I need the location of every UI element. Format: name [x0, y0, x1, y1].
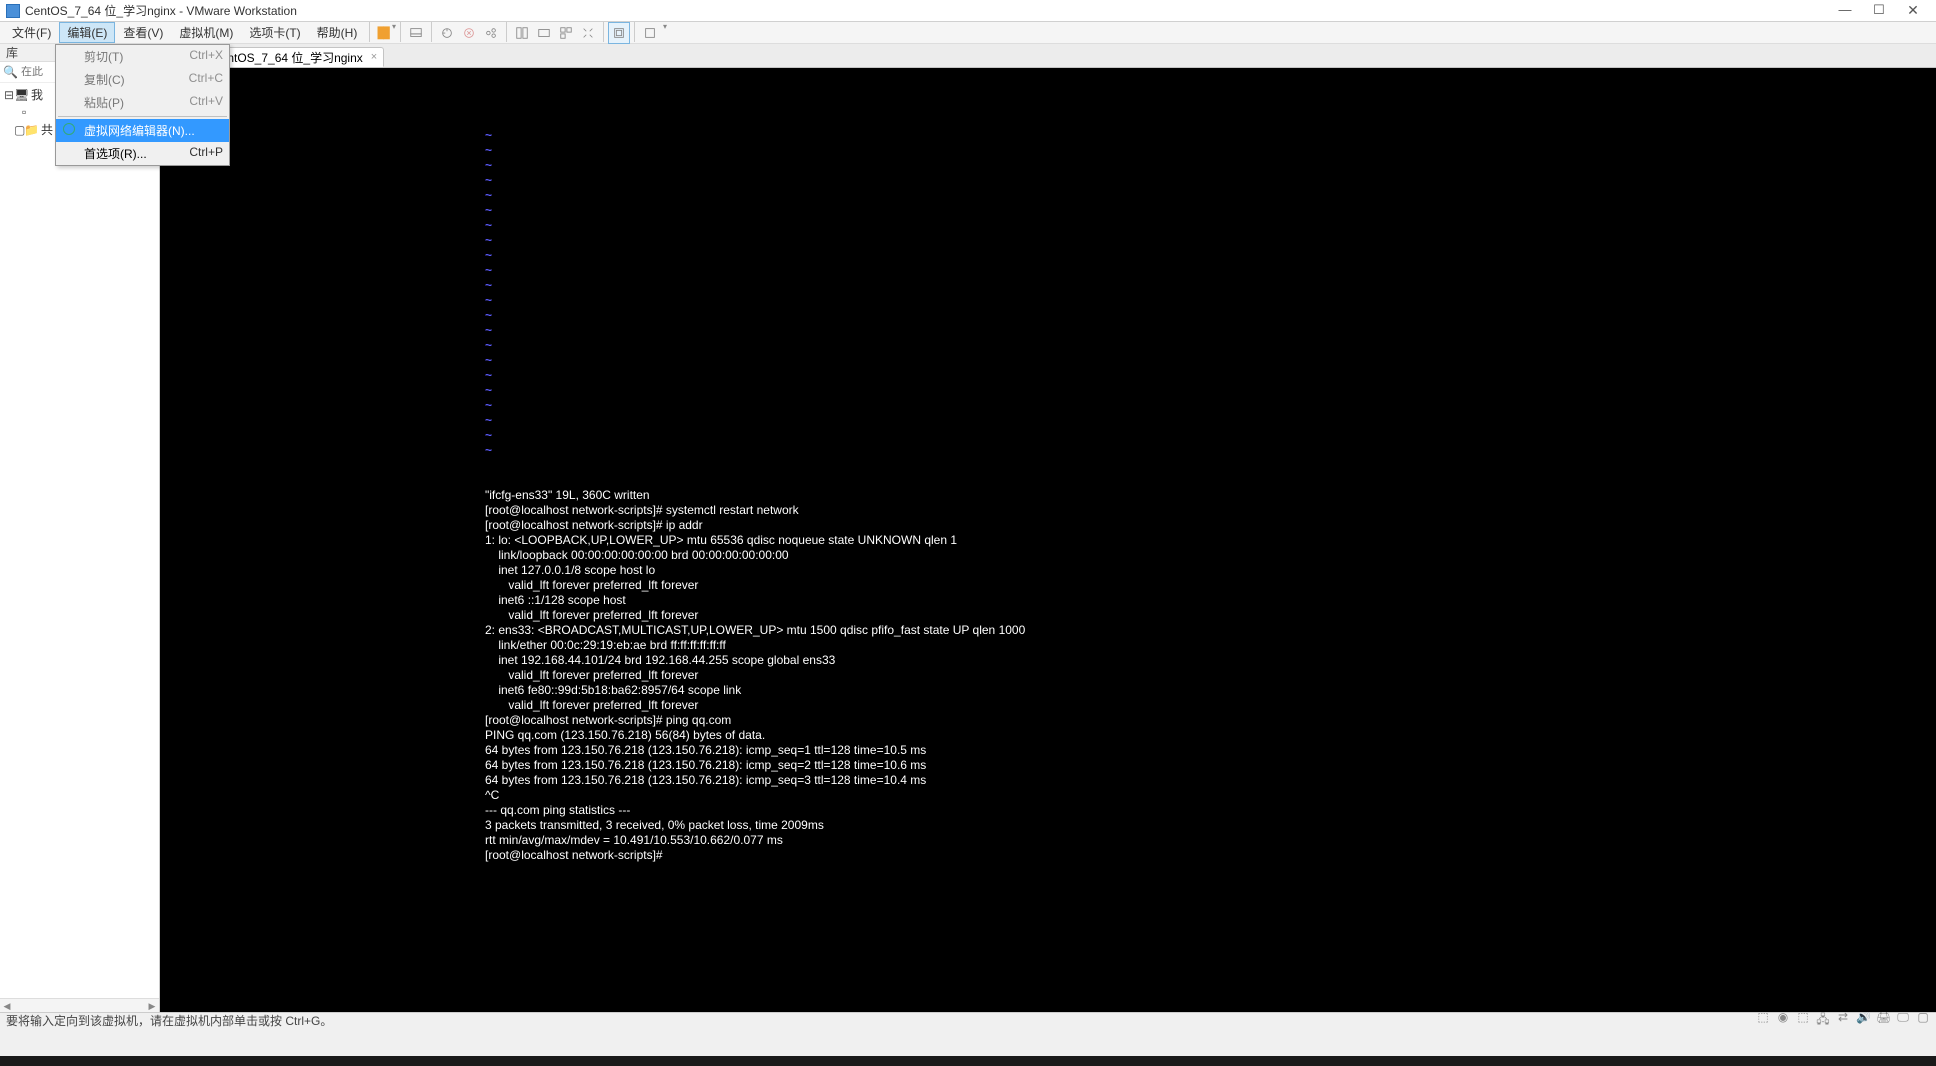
disk-icon[interactable]: ⬚: [1756, 1010, 1770, 1031]
menu-file[interactable]: 文件(F): [4, 22, 59, 43]
thumbnail-icon[interactable]: [555, 22, 577, 44]
computer-icon: 🖥: [14, 88, 28, 102]
usb-icon[interactable]: ⇄: [1836, 1010, 1850, 1031]
cycle-view-icon[interactable]: [639, 22, 661, 44]
globe-icon: [63, 123, 75, 135]
vm-console-terminal[interactable]: ~ ~ ~ ~ ~ ~ ~ ~ ~ ~ ~ ~ ~ ~ ~ ~ ~ ~ ~ ~ …: [160, 68, 1936, 1012]
window-title: CentOS_7_64 位_学习nginx - VMware Workstati…: [25, 2, 1828, 19]
fullscreen-icon[interactable]: [608, 22, 630, 44]
tree-shared-label: 共: [41, 121, 53, 138]
menu-help[interactable]: 帮助(H): [309, 22, 366, 43]
pause-icon[interactable]: ▮▮: [374, 22, 390, 43]
windows-taskbar[interactable]: [0, 1056, 1936, 1066]
tile-icon[interactable]: [511, 22, 533, 44]
expand-icon[interactable]: ▢: [14, 123, 24, 137]
separator: [431, 22, 432, 42]
menu-separator: [58, 116, 227, 117]
menu-preferences[interactable]: 首选项(R)... Ctrl+P: [56, 142, 229, 165]
vm-tab-label: CentOS_7_64 位_学习nginx: [212, 49, 363, 66]
menu-prefs-label: 首选项(R)...: [84, 145, 147, 162]
menu-paste[interactable]: 粘贴(P) Ctrl+V: [56, 91, 229, 114]
snapshot-revert-icon[interactable]: [458, 22, 480, 44]
separator: [369, 22, 370, 42]
menu-virtual-network-editor[interactable]: 虚拟网络编辑器(N)...: [56, 119, 229, 142]
sidebar-hscroll[interactable]: ◀ ▶: [0, 998, 159, 1012]
menubar: 文件(F) 编辑(E) 查看(V) 虚拟机(M) 选项卡(T) 帮助(H) ▮▮…: [0, 22, 1936, 44]
scroll-track[interactable]: [14, 999, 145, 1012]
separator: [400, 22, 401, 42]
menu-paste-label: 粘贴(P): [84, 94, 124, 111]
titlebar: CentOS_7_64 位_学习nginx - VMware Workstati…: [0, 0, 1936, 22]
unity-icon[interactable]: [533, 22, 555, 44]
network-icon[interactable]: 🖧: [1816, 1010, 1830, 1031]
edit-dropdown-menu: 剪切(T) Ctrl+X 复制(C) Ctrl+C 粘贴(P) Ctrl+V 虚…: [55, 44, 230, 166]
scroll-left-icon[interactable]: ◀: [0, 999, 14, 1012]
printer-icon[interactable]: 🖨: [1876, 1010, 1890, 1031]
floppy-icon[interactable]: ⬚: [1796, 1010, 1810, 1031]
terminal-output: "ifcfg-ens33" 19L, 360C written [root@lo…: [485, 488, 1025, 863]
menu-paste-shortcut: Ctrl+V: [189, 94, 223, 111]
menu-view[interactable]: 查看(V): [115, 22, 171, 43]
cd-icon[interactable]: ◉: [1776, 1010, 1790, 1031]
sound-icon[interactable]: 🔊: [1856, 1010, 1870, 1031]
menu-copy-shortcut: Ctrl+C: [189, 71, 223, 88]
close-button[interactable]: ✕: [1896, 1, 1930, 21]
folder-icon: 📁: [24, 123, 38, 137]
menu-cut-label: 剪切(T): [84, 48, 123, 65]
start-button[interactable]: [0, 1056, 40, 1066]
dropdown-arrow-icon[interactable]: ▾: [663, 22, 667, 43]
tab-close-icon[interactable]: ×: [371, 51, 377, 63]
main-area: 库 × 🔍 ⊟ 🖥 我 ▫ ▢ 📁 共 ◀: [0, 44, 1936, 1012]
tree-root-label: 我: [31, 86, 43, 103]
scroll-right-icon[interactable]: ▶: [145, 999, 159, 1012]
menu-copy-label: 复制(C): [84, 71, 125, 88]
send-ctrl-alt-del-icon[interactable]: [405, 22, 427, 44]
sidebar-title: 库: [6, 44, 18, 61]
library-sidebar: 库 × 🔍 ⊟ 🖥 我 ▫ ▢ 📁 共 ◀: [0, 44, 160, 1012]
menu-cut-shortcut: Ctrl+X: [189, 48, 223, 65]
menu-tabs[interactable]: 选项卡(T): [241, 22, 308, 43]
terminal-tildes: ~ ~ ~ ~ ~ ~ ~ ~ ~ ~ ~ ~ ~ ~ ~ ~ ~ ~ ~ ~ …: [485, 128, 492, 458]
menu-edit[interactable]: 编辑(E): [59, 22, 115, 43]
menu-prefs-shortcut: Ctrl+P: [189, 145, 223, 162]
dropdown-arrow-icon[interactable]: ▾: [392, 22, 396, 43]
minimize-button[interactable]: —: [1828, 1, 1862, 21]
maximize-button[interactable]: ☐: [1862, 1, 1896, 21]
snapshot-icon[interactable]: [436, 22, 458, 44]
status-bar: 要将输入定向到该虚拟机，请在虚拟机内部单击或按 Ctrl+G。 ⬚ ◉ ⬚ 🖧 …: [0, 1012, 1936, 1028]
message-icon[interactable]: ▢: [1916, 1010, 1930, 1031]
menu-cut[interactable]: 剪切(T) Ctrl+X: [56, 45, 229, 68]
search-icon: 🔍: [3, 65, 17, 79]
separator: [634, 22, 635, 42]
menu-vm[interactable]: 虚拟机(M): [171, 22, 241, 43]
snapshot-manager-icon[interactable]: [480, 22, 502, 44]
status-device-icons: ⬚ ◉ ⬚ 🖧 ⇄ 🔊 🖨 🖵 ▢: [1756, 1010, 1930, 1031]
separator: [603, 22, 604, 42]
separator: [506, 22, 507, 42]
menu-copy[interactable]: 复制(C) Ctrl+C: [56, 68, 229, 91]
status-message: 要将输入定向到该虚拟机，请在虚拟机内部单击或按 Ctrl+G。: [6, 1012, 332, 1029]
vm-icon: ▫: [22, 105, 36, 119]
stretch-icon[interactable]: [577, 22, 599, 44]
content-pane: ⌂ CentOS_7_64 位_学习nginx × ~ ~ ~ ~ ~ ~ ~ …: [160, 44, 1936, 1012]
expand-icon[interactable]: ⊟: [4, 88, 14, 102]
vm-tabbar: ⌂ CentOS_7_64 位_学习nginx ×: [160, 44, 1936, 68]
menu-vne-label: 虚拟网络编辑器(N)...: [84, 122, 195, 139]
display-icon[interactable]: 🖵: [1896, 1010, 1910, 1031]
vmware-app-icon: [6, 4, 20, 18]
